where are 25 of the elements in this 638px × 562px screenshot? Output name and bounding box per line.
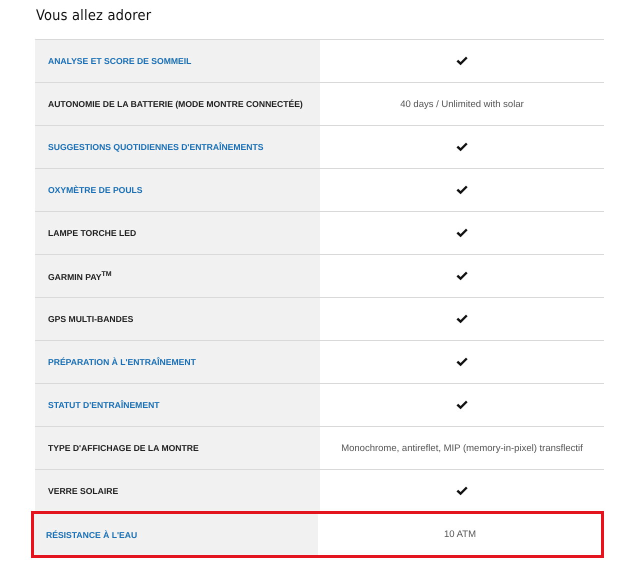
feature-label: AUTONOMIE DE LA BATTERIE (MODE MONTRE CONNECTÉE) (48, 99, 303, 109)
feature-label: VERRE SOLAIRE (48, 486, 118, 496)
checkmark-icon (456, 400, 468, 410)
value-text: Monochrome, antireflet, MIP (memory-in-pixel) transflectif (341, 442, 583, 454)
feature-link[interactable]: PRÉPARATION À L'ENTRAÎNEMENT (48, 357, 196, 367)
checkmark-icon (456, 486, 468, 496)
feature-link[interactable]: STATUT D'ENTRAÎNEMENT (48, 400, 160, 410)
feature-label: GPS MULTI-BANDES (48, 314, 134, 324)
feature-label: LAMPE TORCHE LED (48, 228, 136, 238)
feature-label: TYPE D'AFFICHAGE DE LA MONTRE (48, 443, 199, 453)
feature-link[interactable]: ANALYSE ET SCORE DE SOMMEIL (48, 56, 192, 66)
feature-link[interactable]: RÉSISTANCE À L'EAU (46, 530, 138, 540)
checkmark-icon (456, 142, 468, 152)
checkmark-icon (456, 357, 468, 367)
checkmark-icon (456, 56, 468, 66)
value-text: 10 ATM (444, 529, 476, 540)
section-title: Vous allez adorer (36, 8, 152, 24)
checkmark-icon (456, 314, 468, 324)
checkmark-icon (456, 271, 468, 281)
checkmark-icon (456, 228, 468, 238)
feature-link[interactable]: SUGGESTIONS QUOTIDIENNES D'ENTRAÎNEMENTS (48, 142, 264, 152)
feature-label: GARMIN PAY$^{TM}$ (48, 270, 112, 282)
value-text: 40 days / Unlimited with solar (400, 98, 524, 110)
feature-link[interactable]: OXYMÈTRE DE POULS (48, 185, 143, 195)
checkmark-icon (456, 185, 468, 195)
